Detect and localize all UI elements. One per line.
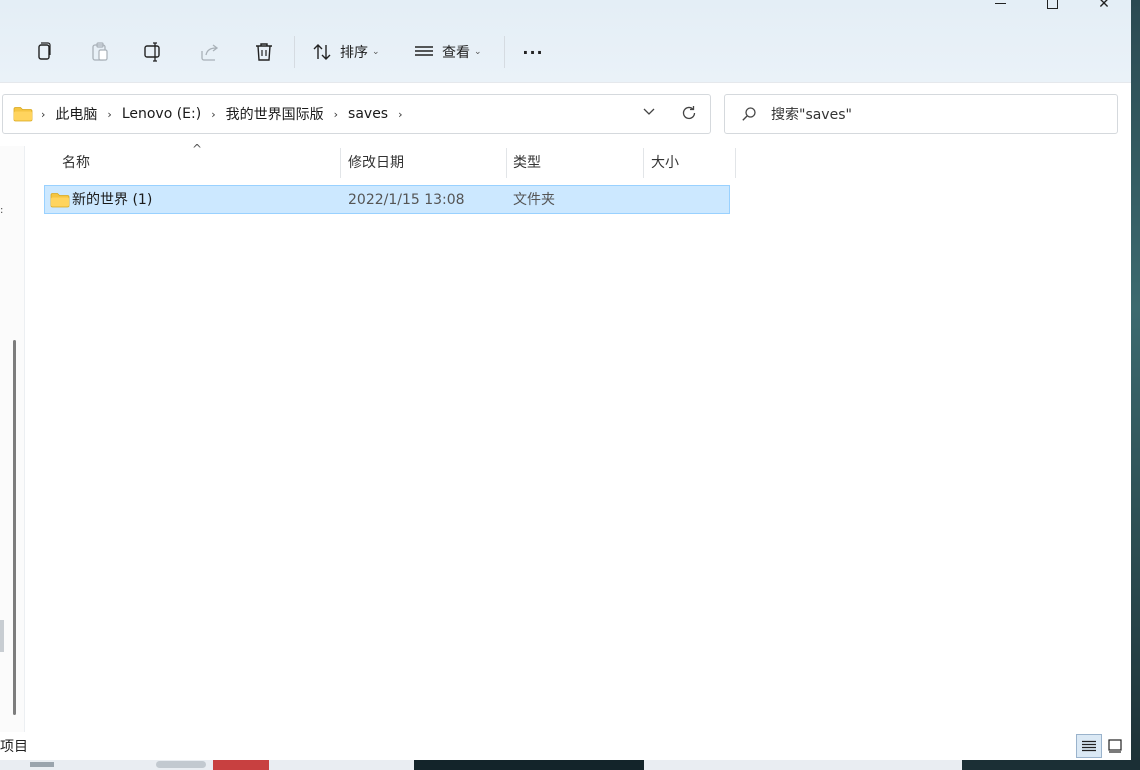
breadcrumb-separator[interactable]: › bbox=[107, 108, 111, 121]
chevron-down-icon: ⌄ bbox=[372, 47, 380, 57]
folder-icon bbox=[50, 193, 70, 208]
column-divider[interactable] bbox=[506, 148, 507, 178]
sort-button[interactable]: 排序 ⌄ bbox=[312, 36, 388, 68]
share-button[interactable] bbox=[196, 36, 224, 68]
search-placeholder: 搜索"saves" bbox=[771, 107, 852, 123]
more-icon: ··· bbox=[522, 42, 544, 62]
large-icons-view-button[interactable] bbox=[1104, 734, 1126, 758]
trash-icon bbox=[256, 43, 272, 61]
address-bar[interactable]: › 此电脑 › Lenovo (E:) › 我的世界国际版 › saves › bbox=[2, 94, 711, 134]
rename-button[interactable] bbox=[140, 36, 168, 68]
column-divider[interactable] bbox=[340, 148, 341, 178]
paste-icon bbox=[92, 42, 108, 61]
breadcrumb-folder[interactable]: 我的世界国际版 bbox=[226, 104, 324, 124]
row-type: 文件夹 bbox=[513, 192, 555, 208]
details-view-button[interactable] bbox=[1076, 734, 1102, 758]
copy-button[interactable] bbox=[30, 36, 58, 68]
nav-pane-cut-text: : bbox=[0, 205, 4, 216]
toolbar-divider bbox=[504, 36, 505, 68]
refresh-icon bbox=[682, 106, 696, 120]
background-shape bbox=[962, 760, 1140, 770]
column-header-type[interactable]: 类型 bbox=[513, 150, 641, 176]
tiles-view-icon bbox=[1108, 739, 1122, 753]
column-label: 修改日期 bbox=[348, 155, 404, 171]
column-header-modified[interactable]: 修改日期 bbox=[348, 150, 504, 176]
desktop-background-strip bbox=[1131, 0, 1140, 770]
row-modified: 2022/1/15 13:08 bbox=[348, 192, 465, 208]
chevron-down-icon: ⌄ bbox=[474, 47, 482, 57]
column-divider[interactable] bbox=[643, 148, 644, 178]
column-label: 类型 bbox=[513, 155, 541, 171]
search-box[interactable]: 搜索"saves" bbox=[724, 94, 1118, 134]
share-icon bbox=[201, 44, 219, 61]
rename-icon bbox=[144, 42, 160, 62]
breadcrumb-separator[interactable]: › bbox=[398, 108, 402, 121]
background-window-strip bbox=[0, 760, 1140, 770]
delete-button[interactable] bbox=[250, 36, 278, 68]
background-shape bbox=[156, 761, 206, 768]
view-button[interactable]: 查看 ⌄ bbox=[414, 36, 490, 68]
breadcrumb-current[interactable]: saves bbox=[348, 106, 388, 122]
maximize-icon bbox=[1047, 0, 1058, 9]
nav-pane-scrollbar[interactable] bbox=[13, 340, 16, 715]
toolbar-divider bbox=[294, 36, 295, 68]
more-options-button[interactable]: ··· bbox=[518, 36, 548, 68]
copy-icon bbox=[38, 42, 51, 60]
breadcrumb-separator[interactable]: › bbox=[211, 108, 215, 121]
refresh-button[interactable] bbox=[681, 105, 697, 125]
sort-label: 排序 bbox=[340, 45, 368, 61]
details-view-icon bbox=[1082, 740, 1096, 752]
minimize-button[interactable] bbox=[985, 0, 1015, 12]
background-shape bbox=[30, 762, 54, 767]
table-row[interactable]: 新的世界 (1) 2022/1/15 13:08 文件夹 bbox=[44, 185, 730, 214]
column-label: 名称 bbox=[62, 155, 90, 171]
background-shape bbox=[213, 760, 269, 770]
address-history-dropdown[interactable] bbox=[643, 105, 655, 120]
breadcrumb-drive[interactable]: Lenovo (E:) bbox=[122, 106, 201, 122]
close-button[interactable]: ✕ bbox=[1089, 0, 1119, 12]
nav-pane-selected-indicator bbox=[0, 620, 4, 652]
chevron-down-icon bbox=[643, 108, 655, 115]
row-name: 新的世界 (1) bbox=[72, 192, 153, 208]
breadcrumb-separator[interactable]: › bbox=[334, 108, 338, 121]
column-label: 大小 bbox=[651, 155, 679, 171]
file-explorer-window: ✕ 排序 ⌄ 查看 ⌄ ··· › 此电脑 › Lenovo (E:) › 我的… bbox=[0, 0, 1131, 760]
column-header-size[interactable]: 大小 bbox=[651, 150, 733, 176]
close-icon: ✕ bbox=[1098, 0, 1110, 12]
view-label: 查看 bbox=[442, 45, 470, 61]
search-icon bbox=[742, 107, 756, 121]
background-shape bbox=[414, 760, 644, 770]
list-view-icon bbox=[415, 46, 433, 56]
breadcrumb-this-pc[interactable]: 此电脑 bbox=[55, 104, 97, 124]
command-bar: ✕ 排序 ⌄ 查看 ⌄ ··· bbox=[0, 0, 1131, 83]
column-divider[interactable] bbox=[735, 148, 736, 178]
maximize-button[interactable] bbox=[1037, 0, 1067, 12]
status-text: 项目 bbox=[0, 739, 28, 755]
paste-button[interactable] bbox=[86, 36, 114, 68]
folder-icon bbox=[13, 107, 33, 122]
sort-icon bbox=[313, 44, 331, 60]
minimize-icon bbox=[995, 3, 1006, 4]
column-header-name[interactable]: 名称 bbox=[62, 150, 338, 176]
breadcrumb-separator[interactable]: › bbox=[41, 108, 45, 121]
